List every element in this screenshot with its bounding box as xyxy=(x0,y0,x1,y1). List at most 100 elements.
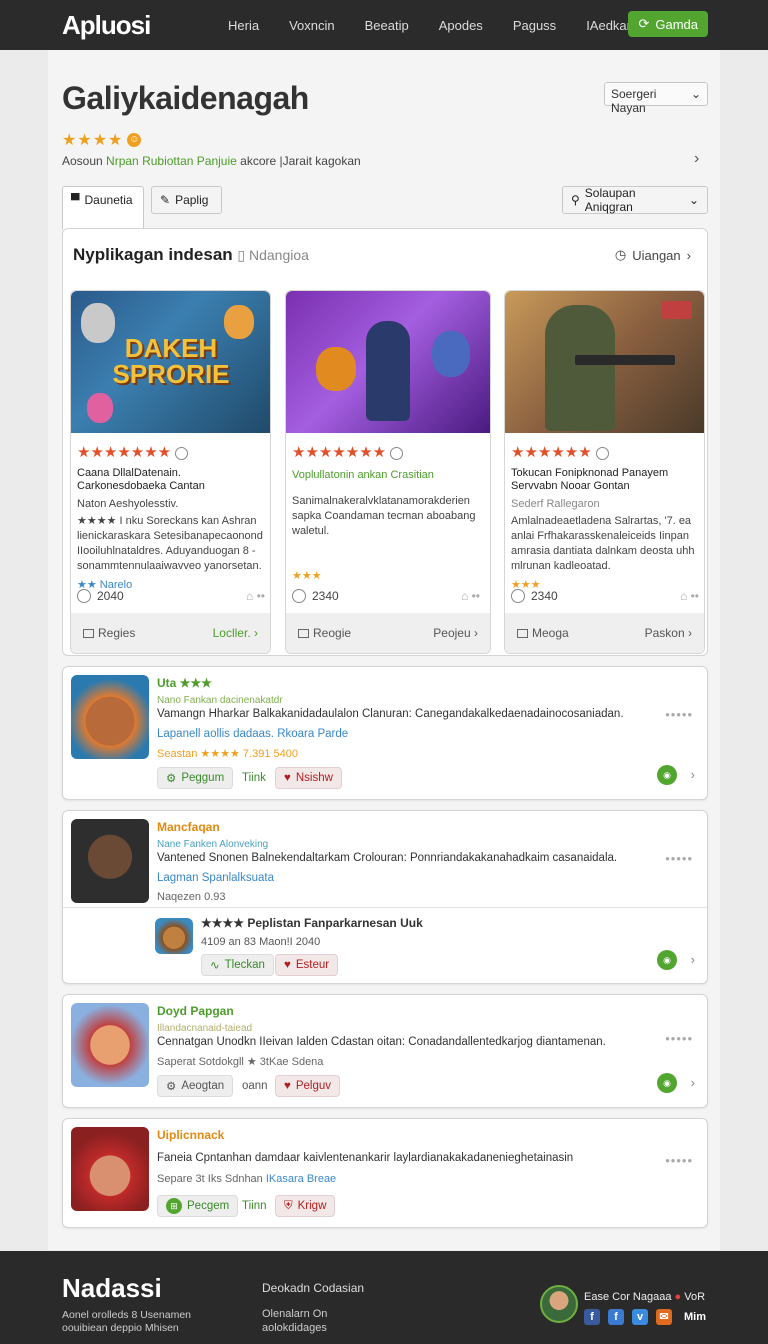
chevron-right-icon[interactable]: › xyxy=(694,150,699,168)
list-item[interactable]: Doyd Papgan Illandacnanaid-taiead Cennat… xyxy=(62,994,708,1108)
avatar xyxy=(71,1127,149,1211)
heart-icon: ♥ xyxy=(284,959,291,971)
card-footer-left[interactable]: Meoga xyxy=(517,626,569,640)
card-description: ★★★★ I nku Soreckans kan Ashran lienicka… xyxy=(77,515,263,572)
user-avatar[interactable] xyxy=(540,1285,578,1323)
nav-item[interactable]: Beeatip xyxy=(365,18,409,33)
site-footer: Nadassi Aonel orolleds 8 Usenamen oouibi… xyxy=(0,1251,768,1344)
nested-title[interactable]: ★★★★ Peplistan Fanparkarnesan Uuk xyxy=(201,916,423,930)
pill-button[interactable]: Tiinn xyxy=(233,1195,276,1217)
info-icon[interactable] xyxy=(390,446,404,460)
chevron-down-icon: ⌄ xyxy=(688,193,699,207)
pill-button[interactable]: ♥ Pelguv xyxy=(275,1075,340,1097)
nav-item[interactable]: Apodes xyxy=(439,18,483,33)
chevron-right-icon[interactable]: › xyxy=(691,1075,695,1090)
facebook-icon[interactable]: f xyxy=(584,1309,600,1325)
character-left xyxy=(81,303,115,343)
grid-icon: ⊞ xyxy=(166,1198,182,1214)
more-icon[interactable]: ⌂ •• xyxy=(461,589,480,603)
header-cta-button[interactable]: ⟳ Gamda xyxy=(628,11,708,37)
list-item-name[interactable]: Mancfaqan xyxy=(157,820,220,834)
list-item[interactable]: Uta ★★★ Nano Fankan dacinenakatdr Vamang… xyxy=(62,666,708,800)
list-item-name[interactable]: Doyd Papgan xyxy=(157,1004,234,1018)
card-title[interactable]: Tokucan Fonipknonad Panayem Servvabn Noo… xyxy=(511,467,698,493)
more-options-icon[interactable]: ••••• xyxy=(665,1153,693,1168)
info-icon[interactable] xyxy=(175,446,189,460)
heart-icon: ♥ xyxy=(284,1080,291,1092)
list-item[interactable]: Mancfaqan Nane Fanken Alonveking Vantene… xyxy=(62,810,708,984)
footer-brand[interactable]: Nadassi xyxy=(62,1273,162,1304)
pill-button[interactable]: ♥ Esteur xyxy=(275,954,339,976)
info-icon[interactable] xyxy=(595,446,609,460)
chevron-right-icon[interactable]: › xyxy=(691,767,695,782)
game-card[interactable]: ★★★★★★ Tokucan Fonipknonad Panayem Servv… xyxy=(504,290,705,654)
action-icon[interactable]: ◉ xyxy=(657,1073,677,1093)
pill-button[interactable]: oann xyxy=(233,1075,277,1097)
footer-link[interactable]: aolokdidages xyxy=(262,1321,327,1335)
filter-dropdown[interactable]: ⚲ Solaupan Aniqgran ⌄ xyxy=(562,186,708,214)
tab-label: Daunetia xyxy=(84,193,133,207)
character-creature xyxy=(432,331,470,377)
nav-item[interactable]: Paguss xyxy=(513,18,556,33)
more-options-icon[interactable]: ••••• xyxy=(665,1031,693,1046)
nested-item[interactable]: ★★★★ Peplistan Fanparkarnesan Uuk 4109 a… xyxy=(63,907,707,983)
action-icon[interactable]: ◉ xyxy=(657,950,677,970)
card-footer-left[interactable]: Regies xyxy=(83,626,135,640)
footer-mim[interactable]: Mim xyxy=(684,1309,706,1325)
pill-label: Pelguv xyxy=(295,1080,331,1092)
featured-heading-muted: ▯ Ndangioa xyxy=(237,247,309,263)
pill-button[interactable]: ⊞ Pecgem xyxy=(157,1195,239,1217)
nav-item[interactable]: Voxncin xyxy=(289,18,335,33)
sort-dropdown[interactable]: Soergeri Nayan ⌄ xyxy=(604,82,708,115)
action-icon[interactable]: ◉ xyxy=(657,765,677,785)
nav-item[interactable]: Heria xyxy=(228,18,259,33)
rifle-shape xyxy=(575,355,675,365)
more-options-icon[interactable]: ••••• xyxy=(665,707,693,722)
card-footer-right[interactable]: Paskon › xyxy=(645,626,692,640)
pill-button[interactable]: ⚙ Aeogtan xyxy=(157,1075,234,1097)
card-subtitle: Naton Aeshyolesstiv. xyxy=(77,498,179,510)
card-footer-left-label: Regies xyxy=(98,626,136,640)
more-icon[interactable]: ⌂ •• xyxy=(680,589,699,603)
card-footer-right[interactable]: Locller. › xyxy=(213,626,258,640)
game-card[interactable]: ★★★★★★★ Voplullatonin ankan Crasitian Sa… xyxy=(285,290,491,654)
featured-heading-muted-text: Ndangioa xyxy=(249,247,309,263)
list-item-link[interactable]: Lagman Spanlalksuata xyxy=(157,872,274,884)
featured-action[interactable]: ◷ Uiangan › xyxy=(615,247,691,263)
game-card[interactable]: DAKEH SPRORIE ★★★★★★★ Caana DllalDatenai… xyxy=(70,290,271,654)
banner-title: DAKEH SPRORIE xyxy=(112,333,230,389)
list-item-link[interactable]: IKasara Breae xyxy=(266,1173,336,1185)
pill-button[interactable]: ♥ Nsishw xyxy=(275,767,342,789)
mail-icon[interactable]: ✉ xyxy=(656,1309,672,1325)
list-item-name[interactable]: Uta ★★★ xyxy=(157,676,212,690)
vimeo-icon[interactable]: v xyxy=(632,1309,648,1325)
more-options-icon[interactable]: ••••• xyxy=(665,851,693,866)
card-link[interactable]: ★★★ xyxy=(292,569,322,584)
rating-stars: ★★★★ xyxy=(62,132,124,149)
pill-button[interactable]: ⚙ Peggum xyxy=(157,767,234,789)
site-logo[interactable]: Apluosi xyxy=(62,10,172,41)
tab-daunetia[interactable]: ▀ Daunetia xyxy=(62,186,144,230)
card-footer-right[interactable]: Peojeu › xyxy=(433,626,478,640)
subtitle-highlight[interactable]: Nrpan Rubiottan Panjuie xyxy=(106,154,237,168)
chevron-right-icon[interactable]: › xyxy=(691,952,695,967)
card-footer-left[interactable]: Reogie xyxy=(298,626,351,640)
checkbox-icon xyxy=(298,629,309,639)
card-meta: 2040 ⌂ •• xyxy=(77,589,265,603)
card-title[interactable]: Voplullatonin ankan Crasitian xyxy=(292,469,484,482)
pill-button[interactable]: ∿ Tleckan xyxy=(201,954,274,976)
list-item[interactable]: Uiplicnnack Faneia Cpntanhan damdaar kai… xyxy=(62,1118,708,1228)
more-icon[interactable]: ⌂ •• xyxy=(246,589,265,603)
facebook-alt-icon[interactable]: f xyxy=(608,1309,624,1325)
refresh-icon: ⟳ xyxy=(638,16,650,31)
tab-paplig[interactable]: ✎ Paplig xyxy=(151,186,222,214)
card-title[interactable]: Caana DllalDatenain. Carkonesdobaeka Can… xyxy=(77,467,264,493)
footer-link[interactable]: Olenalarn On xyxy=(262,1307,327,1321)
list-item-link[interactable]: Lapanell aollis dadaas. Rkoara Parde xyxy=(157,728,348,740)
list-item-sub: Nano Fankan dacinenakatdr xyxy=(157,695,283,706)
pill-button[interactable]: Tiink xyxy=(233,767,275,789)
list-item-name[interactable]: Uiplicnnack xyxy=(157,1128,224,1142)
list-item-meta-text: Separe 3t Iks Sdnhan xyxy=(157,1173,263,1185)
pill-button[interactable]: ⛨ Krigw xyxy=(275,1195,336,1217)
card-meta: 2340 ⌂ •• xyxy=(511,589,699,603)
